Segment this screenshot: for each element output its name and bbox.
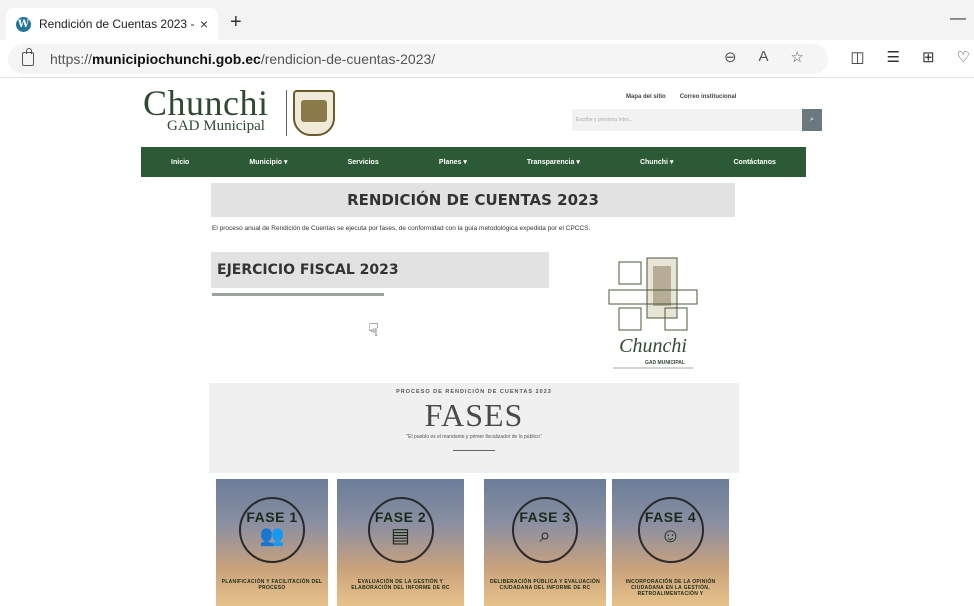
site-logo[interactable]: Chunchi GAD Municipal	[143, 85, 343, 142]
sitemap-link[interactable]: Mapa del sitio	[626, 94, 666, 100]
document-check-icon: ▤	[391, 525, 410, 547]
phase-description: PLANIFICACIÓN Y FACILITACIÓN DEL PROCESO	[221, 579, 323, 591]
phase-description: EVALUACIÓN DE LA GESTIÓN Y ELABORACIÓN D…	[351, 579, 450, 591]
intro-text: El proceso anual de Rendición de Cuentas…	[212, 225, 591, 232]
search-input[interactable]: Escribe y presiona Intro...	[572, 109, 802, 131]
nav-item-servicios[interactable]: Servicios	[348, 159, 379, 166]
document-search-icon: ⌕	[539, 525, 551, 547]
fases-banner: PROCESO DE RENDICIÓN DE CUENTAS 2023 FAS…	[209, 383, 739, 473]
main-navigation: Inicio Municipio ▾ Servicios Planes ▾ Tr…	[141, 147, 806, 177]
page-title: RENDICIÓN DE CUENTAS 2023	[211, 183, 735, 217]
search-button[interactable]: ⌕	[802, 109, 822, 131]
nav-item-transparencia[interactable]: Transparencia ▾	[527, 158, 580, 166]
url-path: /rendicion-de-cuentas-2023/	[260, 51, 436, 67]
phase-description: INCORPORACIÓN DE LA OPINIÓN CIUDADANA EN…	[625, 579, 716, 597]
phase-cards: FASE 1 👥 PLANIFICACIÓN Y FACILITACIÓN DE…	[216, 479, 736, 606]
url-scheme: https://	[50, 51, 93, 67]
site-search: Escribe y presiona Intro... ⌕	[572, 109, 822, 131]
phase-card-4[interactable]: FASE 4 ☺ INCORPORACIÓN DE LA OPINIÓN CIU…	[612, 479, 729, 606]
fases-title: FASES	[424, 397, 524, 433]
emblem-subtitle: GAD MUNICIPAL	[645, 360, 685, 366]
nav-item-municipio[interactable]: Municipio ▾	[249, 158, 287, 166]
minimize-window-button[interactable]: —	[950, 10, 966, 28]
toolbar-icons: ◫ ☰ ⊞ ♡	[850, 48, 974, 66]
favorites-list-icon[interactable]: ☰	[887, 48, 900, 66]
phase-card-2[interactable]: FASE 2 ▤ EVALUACIÓN DE LA GESTIÓN Y ELAB…	[337, 479, 464, 606]
institutional-mail-link[interactable]: Correo institucional	[680, 94, 737, 100]
browser-tab-bar: W Rendición de Cuentas 2023 - GA × + —	[0, 0, 974, 40]
nav-item-planes[interactable]: Planes ▾	[439, 158, 467, 166]
phase-badge: FASE 4 ☺	[637, 497, 704, 563]
phase-badge: FASE 3 ⌕	[512, 497, 578, 563]
fases-quote: "El pueblo es el mandante y primer fisca…	[406, 434, 542, 440]
phase-name: FASE 2	[374, 509, 427, 525]
search-icon: ⌕	[810, 116, 814, 123]
phase-badge: FASE 2 ▤	[367, 497, 434, 563]
people-chat-icon: ☺	[660, 525, 681, 547]
address-bar-row: https:// municipiochunchi.gob.ec /rendic…	[0, 40, 974, 78]
emblem-script: Chunchi	[619, 335, 687, 357]
zoom-out-icon[interactable]: ⊖	[724, 48, 737, 66]
top-links: Mapa del sitio Correo institucional	[626, 94, 736, 100]
chunchi-emblem: Chunchi GAD MUNICIPAL	[603, 254, 703, 374]
wordpress-icon: W	[16, 16, 31, 32]
collections-icon[interactable]: ⊞	[922, 48, 935, 66]
phase-card-3[interactable]: FASE 3 ⌕ DELIBERACIÓN PÚBLICA Y EVALUACI…	[484, 479, 606, 606]
nav-item-chunchi[interactable]: Chunchi ▾	[640, 158, 673, 166]
address-bar[interactable]: https:// municipiochunchi.gob.ec /rendic…	[8, 44, 828, 74]
extensions-icon[interactable]: ♡	[957, 48, 970, 66]
fases-kicker: PROCESO DE RENDICIÓN DE CUENTAS 2023	[396, 389, 552, 395]
new-tab-button[interactable]: +	[230, 12, 242, 32]
nav-item-inicio[interactable]: Inicio	[171, 159, 189, 166]
address-bar-icons: ⊖ A ☆	[724, 48, 804, 66]
nav-item-contactanos[interactable]: Contáctanos	[733, 159, 775, 166]
web-page: Chunchi GAD Municipal Mapa del sitio Cor…	[0, 78, 974, 606]
split-screen-icon[interactable]: ◫	[850, 48, 864, 66]
municipal-crest-icon	[293, 90, 335, 136]
fases-divider	[453, 450, 495, 451]
phase-name: FASE 4	[644, 509, 697, 525]
phase-name: FASE 3	[519, 509, 571, 525]
page-info-icon[interactable]	[22, 48, 34, 66]
close-tab-icon[interactable]: ×	[200, 16, 208, 32]
favorite-star-icon[interactable]: ☆	[791, 48, 804, 66]
logo-divider	[286, 90, 287, 136]
group-icon: 👥	[259, 525, 285, 547]
phase-card-1[interactable]: FASE 1 👥 PLANIFICACIÓN Y FACILITACIÓN DE…	[216, 479, 328, 606]
browser-tab[interactable]: W Rendición de Cuentas 2023 - GA ×	[6, 8, 218, 40]
pointing-hand-icon: ☟	[368, 320, 379, 340]
phase-badge: FASE 1 👥	[239, 497, 305, 563]
phase-description: DELIBERACIÓN PÚBLICA Y EVALUACIÓN CIUDAD…	[490, 579, 600, 591]
url-host: municipiochunchi.gob.ec	[92, 51, 261, 67]
section-heading: EJERCICIO FISCAL 2023	[211, 252, 549, 288]
tab-title: Rendición de Cuentas 2023 - GA	[39, 17, 194, 31]
read-aloud-icon[interactable]: A	[759, 48, 769, 66]
section-underline	[212, 293, 384, 296]
phase-name: FASE 1	[246, 509, 298, 525]
